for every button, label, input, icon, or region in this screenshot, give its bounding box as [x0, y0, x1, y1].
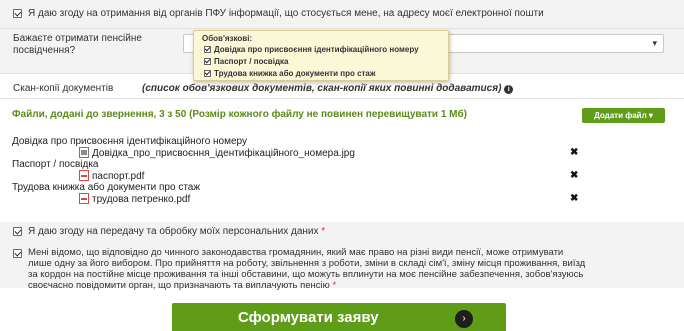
- submit-application-button[interactable]: Сформувати заяву ›: [172, 303, 506, 331]
- info-icon[interactable]: i: [504, 85, 514, 94]
- submit-label: Сформувати заяву: [238, 309, 379, 326]
- check-icon: [204, 46, 211, 53]
- delete-file-passport[interactable]: ✖: [570, 170, 578, 181]
- scans-note-text: (список обов'язкових документів, скан-ко…: [142, 83, 502, 94]
- chevron-down-icon: ▾: [652, 38, 657, 48]
- scans-title: Скан-копії документів: [13, 83, 114, 94]
- notice-line-4: своєчасно повідомити орган, що призначаю…: [28, 280, 336, 292]
- email-consent-checkbox[interactable]: [13, 9, 22, 18]
- add-file-button[interactable]: Додати файл ▾: [582, 108, 665, 123]
- image-file-icon: [79, 147, 89, 158]
- tooltip-item: Паспорт / посвідка: [204, 57, 288, 66]
- required-documents-tooltip: Обов'язкові: Довідка про присвоєння іден…: [193, 30, 449, 81]
- file-work-record[interactable]: трудова петренко.pdf: [79, 193, 190, 205]
- personal-data-consent-label: Я даю згоду на передачу та обробку моїх …: [28, 226, 325, 238]
- tooltip-item: Довідка про присвоєння ідентифікаційного…: [204, 45, 419, 54]
- notice-consent-checkbox[interactable]: [13, 249, 22, 258]
- pdf-file-icon: [79, 170, 89, 181]
- file-name[interactable]: паспорт.pdf: [92, 171, 144, 182]
- delete-file-work-record[interactable]: ✖: [570, 193, 578, 204]
- file-name[interactable]: трудова петренко.pdf: [92, 194, 190, 205]
- check-icon: [204, 70, 211, 77]
- pdf-file-icon: [79, 193, 89, 204]
- document-title-passport: Паспорт / посвідка: [12, 159, 99, 170]
- arrow-right-icon: ›: [455, 310, 473, 328]
- document-title-work-record: Трудова книжка або документи про стаж: [12, 182, 201, 193]
- file-passport[interactable]: паспорт.pdf: [79, 170, 144, 182]
- file-name[interactable]: Довідка_про_присвоєння_ідентифікаційного…: [92, 148, 355, 159]
- files-header: Файли, додані до звернення, 3 з 50 (Розм…: [12, 109, 468, 120]
- scans-note: (список обов'язкових документів, скан-ко…: [142, 83, 514, 95]
- email-consent-label: Я даю згоду на отримання від органів ПФУ…: [28, 8, 544, 19]
- notice-line-4-text: своєчасно повідомити орган, що призначаю…: [28, 280, 330, 291]
- required-mark: *: [332, 280, 337, 291]
- pension-certificate-label-line1: Бажаєте отримати пенсійне: [13, 33, 142, 44]
- tooltip-item-text: Паспорт / посвідка: [214, 57, 289, 66]
- pension-certificate-label-line2: посвідчення?: [13, 45, 76, 56]
- personal-data-consent-checkbox[interactable]: [13, 227, 22, 236]
- file-tax-id[interactable]: Довідка_про_присвоєння_ідентифікаційного…: [79, 147, 355, 159]
- divider: [0, 98, 684, 99]
- check-icon: [204, 58, 211, 65]
- required-mark: *: [321, 226, 326, 237]
- tooltip-title: Обов'язкові:: [202, 34, 253, 43]
- document-title-tax-id: Довідка про присвоєння ідентифікаційного…: [12, 136, 247, 147]
- tooltip-item: Трудова книжка або документи про стаж: [204, 69, 376, 78]
- tooltip-item-text: Трудова книжка або документи про стаж: [214, 69, 376, 78]
- delete-file-tax-id[interactable]: ✖: [570, 147, 578, 158]
- personal-data-consent-text: Я даю згоду на передачу та обробку моїх …: [28, 226, 319, 237]
- tooltip-item-text: Довідка про присвоєння ідентифікаційного…: [214, 45, 419, 54]
